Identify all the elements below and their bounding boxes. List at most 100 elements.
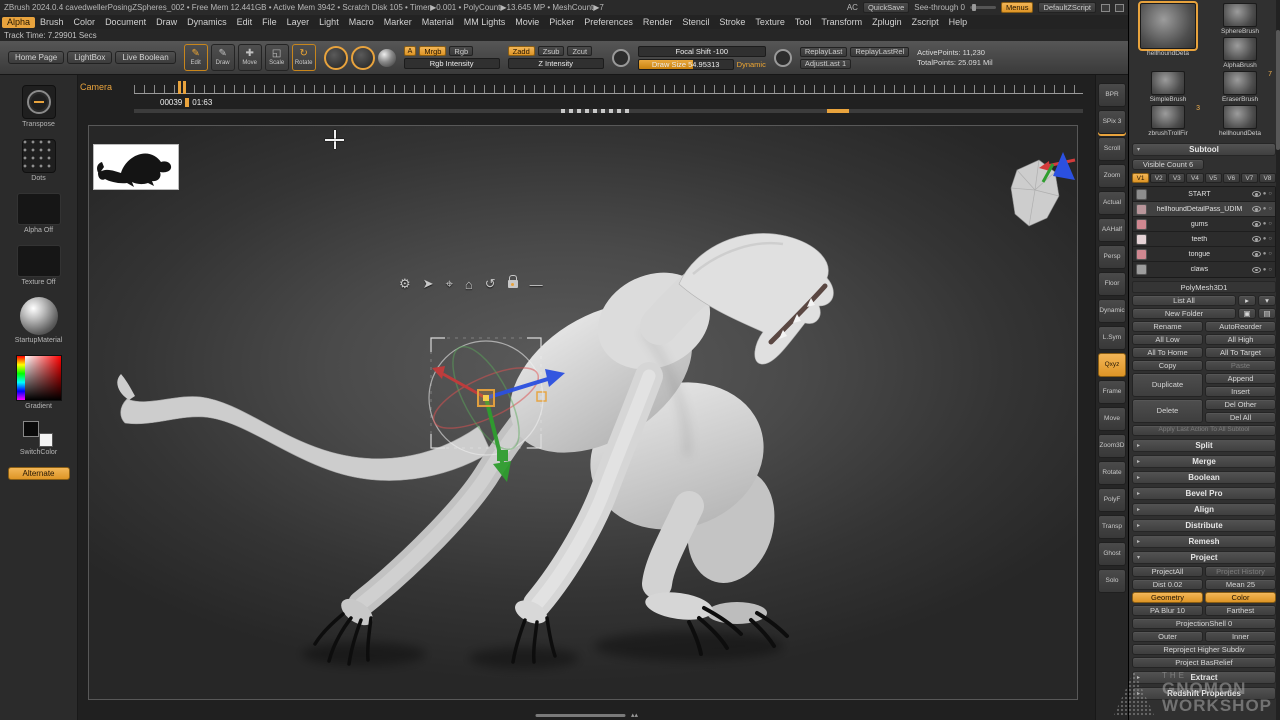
shelf-button[interactable]: Rotate [1098,461,1126,485]
replay-last-rel-button[interactable]: ReplayLastRel [850,47,909,57]
stroke-icon[interactable] [612,49,630,67]
default-zscript-button[interactable]: DefaultZScript [1038,2,1096,13]
menu-item[interactable]: Material [417,17,459,28]
menus-button[interactable]: Menus [1001,2,1034,13]
view-tab[interactable]: V2 [1150,173,1167,183]
subtool-action-button[interactable]: AutoReorder [1205,321,1276,332]
visibility-eye-icon[interactable] [1252,251,1261,257]
menu-item[interactable]: Movie [510,17,544,28]
subtool-item[interactable]: START ● ○ [1133,187,1275,202]
switch-color-icon[interactable] [23,421,53,447]
shelf-button[interactable]: Floor [1098,272,1126,296]
shelf-button[interactable]: Scroll [1098,137,1126,161]
apply-last-action-button[interactable]: Apply Last Action To All Subtool [1132,425,1276,436]
shelf-button[interactable]: Dynamic [1098,299,1126,323]
view-tab[interactable]: V5 [1205,173,1222,183]
scroll-down-icon-button[interactable]: ▾ [1258,295,1276,306]
visibility-eye-icon[interactable] [1252,236,1261,242]
project-button[interactable]: PA Blur 10 [1132,605,1203,616]
horizontal-scrollbar[interactable] [535,714,625,717]
menu-item[interactable]: Layer [282,17,315,28]
subtool-action-button[interactable]: All To Target [1205,347,1276,358]
alpha-off-thumbnail[interactable] [17,193,61,225]
material-sphere-thumbnail[interactable] [20,297,58,335]
section-header[interactable]: Bevel Pro [1132,487,1276,500]
brush-thumbnail[interactable] [1140,3,1196,49]
alternate-color[interactable]: Alternate [8,467,70,480]
brush-thumbnail[interactable] [1151,71,1185,95]
subtool-action-button[interactable]: All High [1205,334,1276,345]
paint-icon[interactable]: ● [1263,191,1267,197]
lock-icon[interactable] [508,280,518,288]
brush-item[interactable]: SphereBrush [1205,3,1275,35]
picker-icon[interactable] [774,49,792,67]
head-preview-gizmo[interactable] [989,144,1084,249]
circle-icon[interactable]: ○ [1268,236,1272,242]
shelf-button[interactable]: Persp [1098,245,1126,269]
shelf-button[interactable]: AAHalf [1098,218,1126,242]
shelf-button[interactable]: Zoom [1098,164,1126,188]
section-header[interactable]: Split [1132,439,1276,452]
section-header[interactable]: Merge [1132,455,1276,468]
hide-icon[interactable]: — [530,277,543,292]
project-button[interactable]: Project History [1205,566,1276,577]
focal-shift-slider[interactable]: Focal Shift -100 [638,46,766,57]
transform-mode-button[interactable]: ✎ Edit [184,44,208,71]
timeline-ruler[interactable] [134,85,1083,94]
project-button[interactable]: Farthest [1205,605,1276,616]
menu-item[interactable]: Alpha [2,17,35,28]
switch-color[interactable]: SwitchColor [20,421,57,456]
material-selector[interactable]: StartupMaterial [15,297,62,344]
transform-mode-button[interactable]: ✎ Draw [211,44,235,71]
canvas-region[interactable]: Camera 00039 01:63 [78,75,1095,720]
circle-icon[interactable]: ○ [1268,267,1272,273]
shelf-button[interactable]: Qxyz [1098,353,1126,377]
shelf-button[interactable]: Transp [1098,515,1126,539]
creature-3d-model[interactable] [89,126,1079,701]
window-divider-icon[interactable] [1115,4,1124,12]
brush-item[interactable]: AlphaBrush [1205,37,1275,69]
menu-item[interactable]: Dynamics [182,17,232,28]
brush-item[interactable]: 7 EraserBrush [1205,71,1275,103]
menu-item[interactable]: Light [314,17,344,28]
menu-item[interactable]: Texture [750,17,790,28]
brush-item[interactable]: hellhoundDeta [1205,105,1275,137]
inner-button[interactable]: Inner [1205,631,1276,642]
menu-item[interactable]: Stencil [677,17,714,28]
panel-scrollbar[interactable] [1276,0,1280,720]
transform-mode-button[interactable]: ↻ Rotate [292,44,316,71]
project-button[interactable]: Geometry [1132,592,1203,603]
menu-item[interactable]: Stroke [714,17,750,28]
project-button[interactable]: ProjectAll [1132,566,1203,577]
shelf-button[interactable]: Zoom3D [1098,434,1126,458]
home-icon[interactable]: ⌂ [465,277,473,292]
shelf-button[interactable]: Move [1098,407,1126,431]
menu-item[interactable]: Draw [151,17,182,28]
project-button[interactable]: Mean 25 [1205,579,1276,590]
brush-item[interactable]: 3 zbrushTrollFir [1133,105,1203,137]
menu-item[interactable]: Color [69,17,101,28]
insert-button[interactable]: Insert [1205,386,1276,397]
section-header[interactable]: Distribute [1132,519,1276,532]
visibility-eye-icon[interactable] [1252,191,1261,197]
project-button[interactable]: Color [1205,592,1276,603]
visibility-eye-icon[interactable] [1252,221,1261,227]
brush-item[interactable]: hellhoundDeta [1133,3,1203,69]
new-folder-button[interactable]: New Folder [1132,308,1236,319]
subtool-item[interactable]: hellhoundDetailPass_UDIM ● ○ [1133,202,1275,217]
menu-item[interactable]: File [257,17,282,28]
document-viewport[interactable]: ⚙ ➤ ⌖ ⌂ ↺ — [88,125,1078,700]
view-tab[interactable]: V1 [1132,173,1149,183]
alternate-button[interactable]: Alternate [8,467,70,480]
section-header[interactable]: Boolean [1132,471,1276,484]
redshift-section-header[interactable]: Redshift Properties [1132,687,1276,700]
menu-item[interactable]: Marker [379,17,417,28]
reset-icon[interactable]: ↺ [485,276,496,292]
live-boolean-toggle[interactable]: Live Boolean [115,51,175,64]
alpha-selector[interactable]: Alpha Off [17,193,61,234]
subtool-item[interactable]: teeth ● ○ [1133,232,1275,247]
transpose-tool[interactable]: Transpose [22,85,56,128]
circle-icon[interactable]: ○ [1268,221,1272,227]
dots-stroke-icon[interactable] [22,139,56,173]
shelf-button[interactable]: L.Sym [1098,326,1126,350]
